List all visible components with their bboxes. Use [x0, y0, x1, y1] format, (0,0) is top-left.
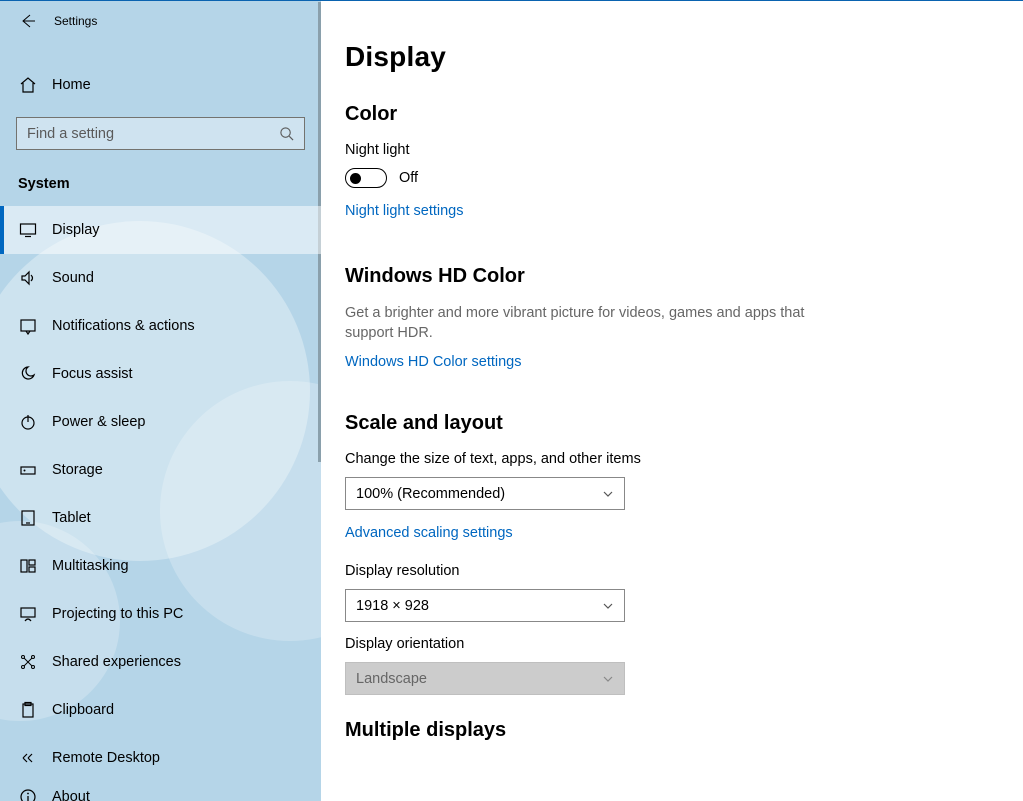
- orientation-select: Landscape: [345, 662, 625, 695]
- resolution-select[interactable]: 1918 × 928: [345, 589, 625, 622]
- main-panel: Display Color Night light Off Night ligh…: [321, 1, 1023, 801]
- night-light-toggle[interactable]: [345, 168, 387, 188]
- sidebar-item-label: About: [52, 789, 90, 801]
- search-box[interactable]: [16, 117, 305, 150]
- chevron-down-icon: [602, 673, 614, 685]
- sidebar-item-projecting[interactable]: Projecting to this PC: [0, 590, 321, 638]
- about-icon: [18, 787, 38, 801]
- display-icon: [18, 220, 38, 240]
- sidebar-item-about[interactable]: About: [0, 782, 321, 801]
- app-title: Settings: [54, 14, 97, 28]
- resolution-value: 1918 × 928: [356, 598, 429, 614]
- sidebar-item-label: Tablet: [52, 510, 91, 526]
- sidebar-item-label: Notifications & actions: [52, 318, 195, 334]
- section-color-heading: Color: [345, 103, 999, 126]
- page-title: Display: [345, 41, 999, 73]
- section-scale-heading: Scale and layout: [345, 412, 999, 435]
- multitasking-icon: [18, 556, 38, 576]
- search-input[interactable]: [17, 126, 268, 142]
- sidebar-item-focus[interactable]: Focus assist: [0, 350, 321, 398]
- notifications-icon: [18, 316, 38, 336]
- sidebar-item-multitasking[interactable]: Multitasking: [0, 542, 321, 590]
- sound-icon: [18, 268, 38, 288]
- sidebar-item-power[interactable]: Power & sleep: [0, 398, 321, 446]
- sidebar-item-storage[interactable]: Storage: [0, 446, 321, 494]
- home-label: Home: [52, 77, 91, 93]
- chevron-down-icon: [602, 488, 614, 500]
- sidebar-item-notifications[interactable]: Notifications & actions: [0, 302, 321, 350]
- home-icon: [18, 75, 38, 95]
- search-icon: [268, 126, 304, 141]
- sidebar-item-label: Sound: [52, 270, 94, 286]
- sidebar-item-shared[interactable]: Shared experiences: [0, 638, 321, 686]
- advanced-scaling-link[interactable]: Advanced scaling settings: [345, 525, 513, 541]
- sidebar-item-label: Display: [52, 222, 100, 238]
- storage-icon: [18, 460, 38, 480]
- resolution-label: Display resolution: [345, 563, 999, 579]
- sidebar-item-tablet[interactable]: Tablet: [0, 494, 321, 542]
- scale-size-value: 100% (Recommended): [356, 486, 505, 502]
- sidebar-item-label: Storage: [52, 462, 103, 478]
- sidebar-group-label: System: [0, 154, 321, 206]
- sidebar-item-remote[interactable]: Remote Desktop: [0, 734, 321, 782]
- focus-assist-icon: [18, 364, 38, 384]
- hdcolor-description: Get a brighter and more vibrant picture …: [345, 304, 825, 343]
- sidebar-item-label: Power & sleep: [52, 414, 146, 430]
- night-light-label: Night light: [345, 142, 999, 158]
- power-icon: [18, 412, 38, 432]
- sidebar-item-label: Projecting to this PC: [52, 606, 183, 622]
- scale-size-label: Change the size of text, apps, and other…: [345, 451, 999, 467]
- chevron-down-icon: [602, 600, 614, 612]
- sidebar-item-display[interactable]: Display: [0, 206, 321, 254]
- sidebar-item-sound[interactable]: Sound: [0, 254, 321, 302]
- sidebar-item-label: Multitasking: [52, 558, 129, 574]
- remote-desktop-icon: [18, 748, 38, 768]
- scale-size-select[interactable]: 100% (Recommended): [345, 477, 625, 510]
- hdcolor-settings-link[interactable]: Windows HD Color settings: [345, 354, 521, 370]
- night-light-settings-link[interactable]: Night light settings: [345, 203, 463, 219]
- sidebar-item-label: Focus assist: [52, 366, 133, 382]
- sidebar: Settings Home System Display: [0, 1, 321, 801]
- projecting-icon: [18, 604, 38, 624]
- sidebar-item-clipboard[interactable]: Clipboard: [0, 686, 321, 734]
- back-button[interactable]: [12, 5, 44, 37]
- orientation-value: Landscape: [356, 671, 427, 687]
- sidebar-item-label: Shared experiences: [52, 654, 181, 670]
- shared-experiences-icon: [18, 652, 38, 672]
- home-button[interactable]: Home: [0, 61, 321, 109]
- sidebar-item-label: Clipboard: [52, 702, 114, 718]
- tablet-icon: [18, 508, 38, 528]
- night-light-state: Off: [399, 170, 418, 186]
- sidebar-item-label: Remote Desktop: [52, 750, 160, 766]
- clipboard-icon: [18, 700, 38, 720]
- orientation-label: Display orientation: [345, 636, 999, 652]
- section-multi-heading: Multiple displays: [345, 719, 999, 742]
- section-hdcolor-heading: Windows HD Color: [345, 265, 999, 288]
- sidebar-nav-list: Display Sound Notifications & actions Fo…: [0, 206, 321, 801]
